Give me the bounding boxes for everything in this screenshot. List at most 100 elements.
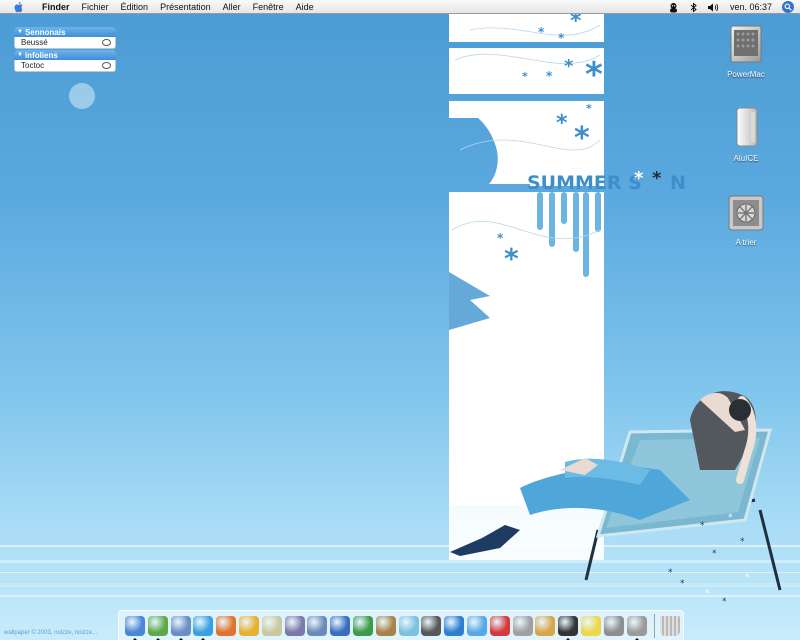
group-name: Sennonais — [24, 27, 66, 37]
folder-drive-icon — [728, 195, 764, 231]
menu-extras: ven. 06:37 — [664, 0, 800, 14]
desktop-icon-aluice[interactable]: AluICE — [711, 106, 781, 163]
dock-item-addressbook[interactable] — [375, 614, 396, 638]
pen-tool-icon — [284, 615, 305, 636]
itunes-icon — [398, 615, 419, 636]
dock-item-excel[interactable] — [353, 614, 374, 638]
desktop-icon-powermac[interactable]: PowerMac — [711, 22, 781, 79]
word-icon — [330, 615, 351, 636]
finder-icon — [125, 615, 146, 636]
contact-item[interactable]: Beussé — [14, 37, 116, 49]
excel-icon — [353, 615, 374, 636]
safari-icon — [193, 615, 214, 636]
svg-text:*: * — [700, 521, 705, 531]
menu-presentation[interactable]: Présentation — [154, 0, 217, 14]
disclosure-triangle-icon[interactable]: ▼ — [17, 52, 23, 58]
menu-bar: Finder Fichier Édition Présentation Alle… — [0, 0, 800, 14]
menu-edition[interactable]: Édition — [115, 0, 155, 14]
menu-fenetre[interactable]: Fenêtre — [247, 0, 290, 14]
addressbook-icon — [375, 615, 396, 636]
contact-name: Toctoc — [21, 61, 45, 70]
asterisk-decorations: * * * * * * * * * * * * — [497, 9, 603, 275]
svg-text:*: * — [585, 55, 603, 95]
dock-item-adium[interactable] — [239, 614, 260, 638]
banner-notch — [449, 272, 490, 330]
svg-text:*: * — [497, 231, 504, 245]
adium-icon — [239, 615, 260, 636]
dock-item-stickies[interactable] — [581, 614, 602, 638]
woman-in-chair-illustration: * * * * * * * * * — [450, 391, 782, 607]
buddy-list-widget: ▼ Sennonais Beussé ▼ infoliens Toctoc — [14, 27, 116, 73]
menu-finder[interactable]: Finder — [36, 0, 76, 14]
textedit-icon — [261, 615, 282, 636]
dock-separator — [654, 613, 656, 638]
svg-text:*: * — [558, 31, 565, 45]
dock-item-safari[interactable] — [193, 614, 214, 640]
svg-text:*: * — [504, 242, 519, 275]
apple-menu-icon[interactable] — [12, 1, 26, 13]
dock-item-word[interactable] — [330, 614, 351, 638]
wallpaper: * * * * * * * * * * * * SUMMER S * * N *… — [0, 9, 800, 607]
dock-item-system-prefs[interactable] — [626, 614, 647, 640]
svg-text:*: * — [634, 168, 644, 189]
svg-text:*: * — [522, 70, 528, 83]
contact-item[interactable]: Toctoc — [14, 60, 116, 72]
summer-soon-headline: SUMMER S * * N — [527, 168, 686, 194]
powermac-drive-icon — [730, 25, 762, 63]
system-prefs-icon — [626, 615, 647, 636]
user-icon[interactable] — [666, 0, 682, 14]
banner-drips — [537, 192, 601, 277]
banner-scribbles — [451, 24, 601, 240]
svg-text:*: * — [740, 537, 745, 547]
network-icon — [147, 615, 168, 636]
contact-group-header[interactable]: ▼ infoliens — [14, 50, 116, 60]
svg-text:*: * — [668, 568, 673, 578]
dock-item-trash[interactable] — [660, 614, 681, 638]
svg-text:*: * — [564, 56, 574, 77]
desktop-icon-label: A trier — [735, 238, 757, 247]
menu-aller[interactable]: Aller — [217, 0, 247, 14]
imovie-icon — [421, 615, 442, 636]
dock — [118, 610, 684, 640]
svg-text:*: * — [652, 168, 662, 189]
contact-group-header[interactable]: ▼ Sennonais — [14, 27, 116, 37]
dock-item-finder[interactable] — [125, 614, 146, 640]
calculator-icon — [603, 615, 624, 636]
dock-item-pen-tool[interactable] — [284, 614, 305, 638]
bluetooth-icon[interactable] — [686, 0, 702, 14]
dock-item-imovie[interactable] — [421, 614, 442, 638]
disclosure-triangle-icon[interactable]: ▼ — [17, 29, 23, 35]
dock-item-itunes[interactable] — [398, 614, 419, 638]
horizon-lines — [0, 545, 800, 597]
dock-item-popcorn[interactable] — [535, 614, 556, 638]
ichat-icon — [467, 615, 488, 636]
svg-text:*: * — [712, 549, 717, 559]
menu-aide[interactable]: Aide — [290, 0, 320, 14]
dock-item-calculator[interactable] — [603, 614, 624, 638]
dock-item-preview[interactable] — [170, 614, 191, 640]
svg-text:SUMMER S: SUMMER S — [527, 172, 642, 194]
desktop-icon-label: AluICE — [733, 154, 759, 163]
dock-item-textedit[interactable] — [261, 614, 282, 638]
svg-text:*: * — [556, 111, 568, 136]
menu-clock[interactable]: ven. 06:37 — [724, 2, 778, 12]
mail-icon — [307, 615, 328, 636]
trash-icon — [660, 615, 681, 636]
external-drive-icon — [736, 107, 758, 147]
svg-text:*: * — [680, 579, 685, 589]
svg-text:*: * — [728, 513, 733, 523]
svg-text:*: * — [586, 102, 592, 115]
dock-item-mail[interactable] — [307, 614, 328, 638]
dock-item-ichat[interactable] — [467, 614, 488, 638]
desktop-icon-a-trier[interactable]: A trier — [711, 190, 781, 247]
volume-icon[interactable] — [706, 0, 722, 14]
dock-item-firefox[interactable] — [216, 614, 237, 638]
dock-item-ical[interactable] — [489, 614, 510, 638]
dock-item-utility[interactable] — [512, 614, 533, 638]
dock-item-idvd[interactable] — [444, 614, 465, 638]
popcorn-icon — [535, 615, 556, 636]
dock-item-dvd-player[interactable] — [558, 614, 579, 640]
dock-item-network[interactable] — [147, 614, 168, 640]
menu-fichier[interactable]: Fichier — [76, 0, 115, 14]
spotlight-search-icon[interactable] — [782, 1, 794, 13]
